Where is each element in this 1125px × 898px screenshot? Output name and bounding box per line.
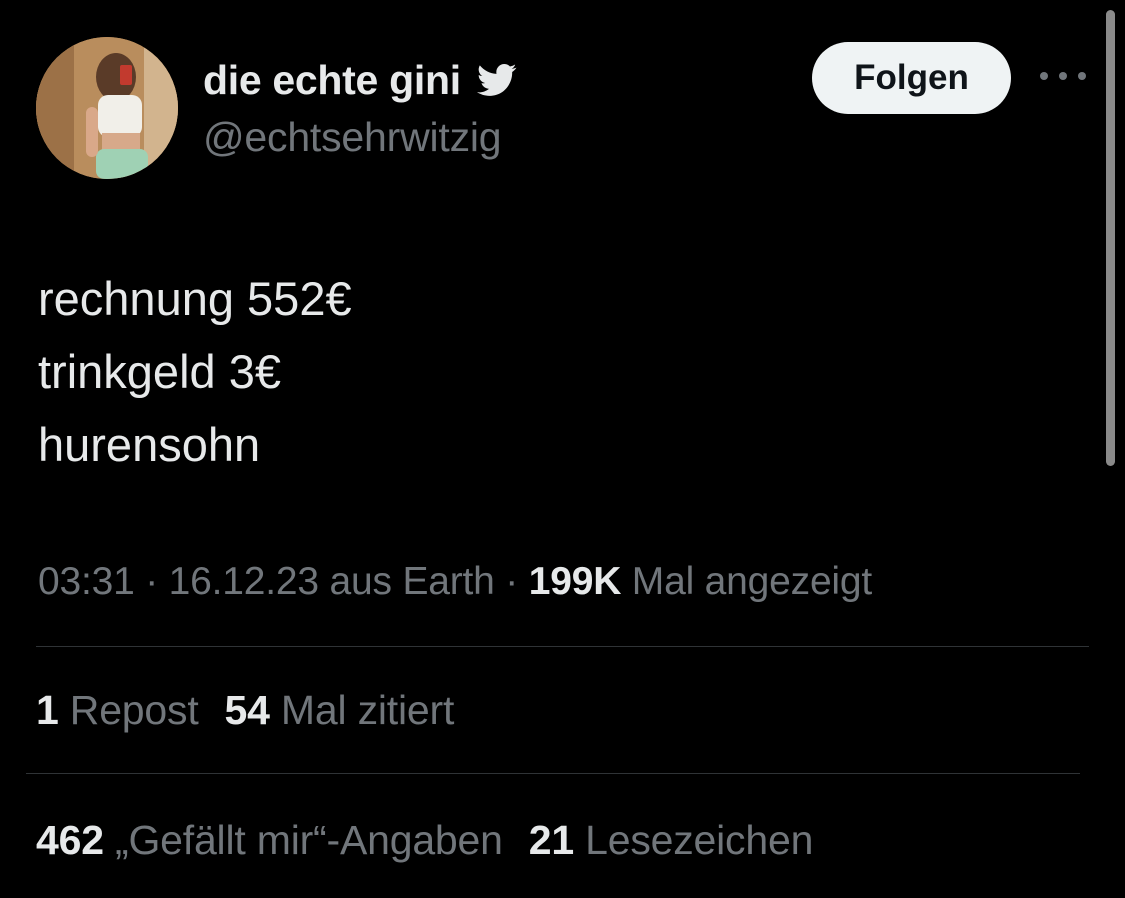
bookmark-count: 21 [528,817,574,863]
twitter-bird-icon [475,60,519,100]
meta-separator: · [134,560,169,603]
tweet-time[interactable]: 03:31 [38,560,135,603]
bookmarks-link[interactable]: 21 Lesezeichen [528,817,814,863]
display-name[interactable]: die echte gini [203,57,461,104]
like-count: 462 [36,817,104,863]
tweet-text: rechnung 552€ trinkgeld 3€ hurensohn [38,262,352,481]
bookmark-label: Lesezeichen [573,817,814,863]
avatar[interactable] [36,37,178,179]
more-horizontal-icon[interactable] [1040,66,1086,86]
meta-separator: · [494,560,529,603]
views-count: 199K [528,560,622,603]
follow-button[interactable]: Folgen [812,42,1011,114]
scrollbar-thumb[interactable] [1106,10,1115,466]
author-handle[interactable]: @echtsehrwitzig [203,114,502,161]
tweet-line: trinkgeld 3€ [38,345,281,398]
tweet-location: aus Earth [318,560,495,603]
divider [36,646,1089,647]
author-name-row[interactable]: die echte gini [203,52,519,108]
tweet-line: rechnung 552€ [38,272,352,325]
tweet-meta: 03:31 · 16.12.23 aus Earth · 199K Mal an… [38,554,872,610]
more-dot [1078,72,1086,80]
stats-likes-row: 462 „Gefällt mir“-Angaben 21 Lesezeichen [36,812,813,868]
reposts-link[interactable]: 1 Repost [36,687,199,733]
like-label: „Gefällt mir“-Angaben [103,817,503,863]
repost-label: Repost [58,687,199,733]
tweet-line: hurensohn [38,418,261,471]
more-dot [1040,72,1048,80]
repost-count: 1 [36,687,59,733]
tweet-date[interactable]: 16.12.23 [169,560,319,603]
avatar-photo [36,37,178,179]
quotes-link[interactable]: 54 Mal zitiert [225,687,455,733]
likes-link[interactable]: 462 „Gefällt mir“-Angaben [36,817,503,863]
quote-count: 54 [224,687,270,733]
tweet-detail: die echte gini @echtsehrwitzig Folgen re… [0,0,1125,898]
views-label: Mal angezeigt [621,560,873,603]
more-dot [1059,72,1067,80]
stats-reposts-row: 1 Repost 54 Mal zitiert [36,682,454,738]
divider [26,773,1080,774]
quote-label: Mal zitiert [269,687,455,733]
